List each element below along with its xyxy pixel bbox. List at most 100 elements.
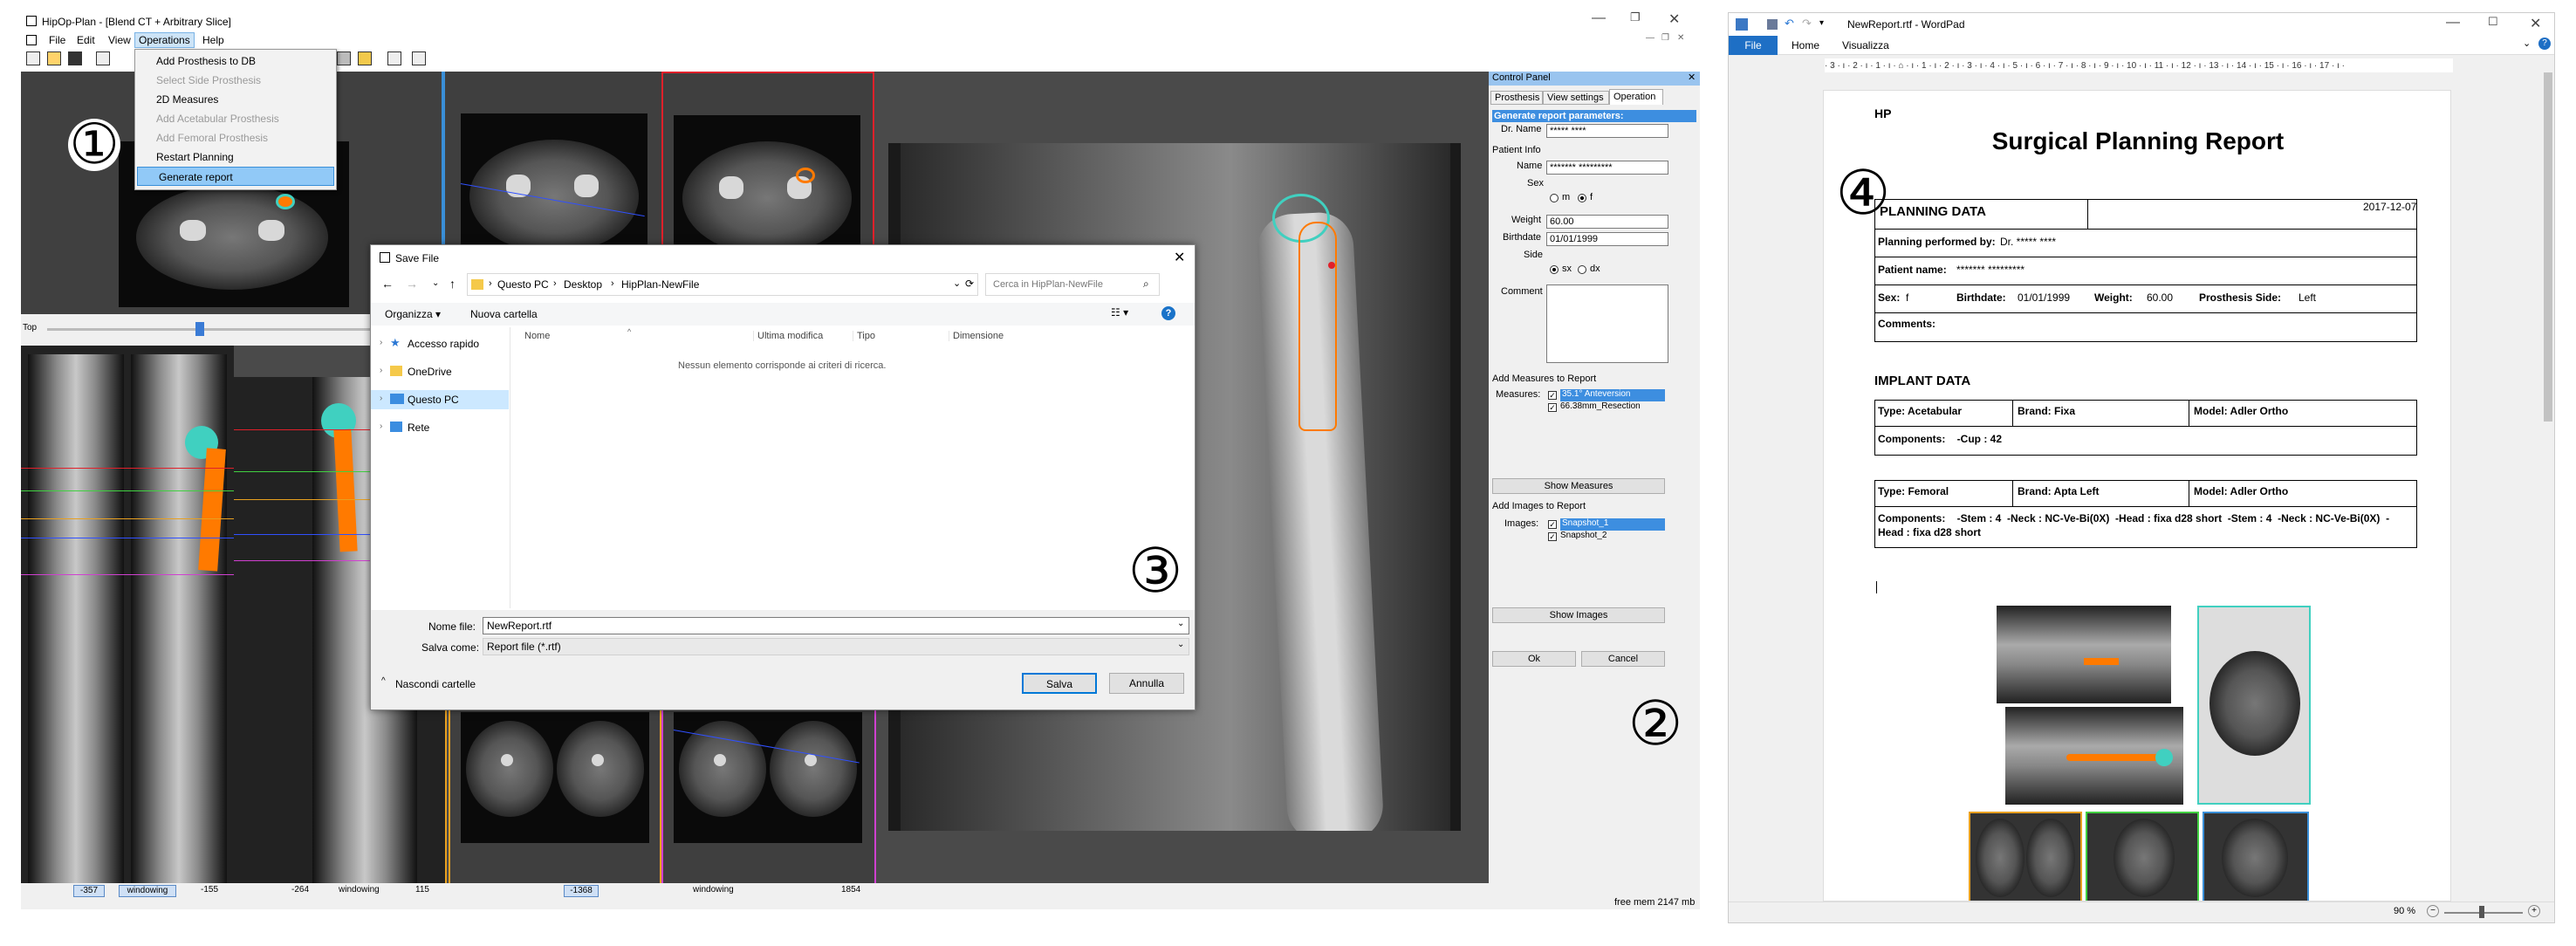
cp-sex-m-radio[interactable] — [1550, 194, 1559, 202]
slider-thumb[interactable] — [195, 322, 204, 336]
cp-measure-check-2[interactable]: ✓ — [1548, 403, 1557, 412]
nav-forward-icon[interactable]: → — [406, 277, 418, 291]
cp-tab-view-settings[interactable]: View settings — [1543, 91, 1609, 105]
menu-restart-planning[interactable]: Restart Planning — [135, 147, 331, 167]
cp-measure-2[interactable]: 66.38mm_Resection — [1560, 401, 1641, 411]
qa-customize-icon[interactable]: ▾ — [1819, 18, 1824, 28]
cp-side-sx-radio[interactable] — [1550, 265, 1559, 274]
cp-show-images-button[interactable]: Show Images — [1492, 607, 1665, 623]
mdi-close[interactable]: ✕ — [1677, 33, 1684, 43]
nav-dropdown-icon[interactable]: ⌄ — [432, 278, 439, 288]
search-input[interactable]: Cerca in HipPlan-NewFile — [993, 279, 1103, 290]
monitor-icon[interactable] — [412, 51, 426, 65]
mdi-restore[interactable]: ❐ — [1661, 33, 1669, 43]
qa-save-icon[interactable] — [1767, 19, 1778, 30]
new-file-icon[interactable] — [26, 51, 40, 65]
maximize-button[interactable]: ❐ — [1630, 10, 1641, 24]
cp-image-check-2[interactable]: ✓ — [1548, 532, 1557, 541]
nav-back-icon[interactable]: ← — [381, 277, 394, 291]
cp-side-dx-radio[interactable] — [1578, 265, 1586, 274]
address-dropdown-icon[interactable]: ⌄ — [953, 278, 961, 289]
cp-birthdate-input[interactable]: 01/01/1999 — [1546, 232, 1668, 246]
savetype-select[interactable]: Report file (*.rtf) — [483, 638, 1189, 655]
menu-select-side-prosthesis[interactable]: Select Side Prosthesis — [135, 71, 331, 90]
nav-questo-pc[interactable]: Questo PC — [408, 394, 459, 406]
nav-accesso-rapido-chevron[interactable]: › — [380, 338, 382, 347]
wp-minimize-button[interactable]: — — [2446, 15, 2460, 31]
cp-show-measures-button[interactable]: Show Measures — [1492, 478, 1665, 494]
qa-redo-icon[interactable]: ↷ — [1802, 17, 1812, 31]
nav-questo-pc-chevron[interactable]: › — [380, 394, 382, 403]
menu-add-prosthesis-db[interactable]: Add Prosthesis to DB — [135, 51, 331, 71]
col-nome[interactable]: Nome — [524, 331, 550, 341]
organizza-button[interactable]: Organizza ▾ — [385, 308, 441, 320]
view-options-icon[interactable]: ☷ ▾ — [1111, 306, 1128, 319]
col-ultima-modifica[interactable]: Ultima modifica — [753, 331, 823, 341]
cp-sex-f-radio[interactable] — [1578, 194, 1586, 202]
menu-add-femoral[interactable]: Add Femoral Prosthesis — [135, 128, 331, 147]
close-button[interactable]: ✕ — [1668, 10, 1680, 28]
menu-view[interactable]: View — [108, 34, 131, 46]
menu-file[interactable]: File — [49, 34, 65, 46]
cp-measure-check-1[interactable]: ✓ — [1548, 391, 1557, 400]
grid-icon[interactable] — [337, 51, 351, 65]
menu-help[interactable]: Help — [202, 34, 224, 46]
cp-image-1[interactable]: Snapshot_1 — [1560, 518, 1665, 531]
col-dimensione[interactable]: Dimensione — [949, 331, 1004, 341]
cp-dr-name-input[interactable]: ***** **** — [1546, 124, 1668, 138]
cp-tab-operation[interactable]: Operation — [1609, 89, 1663, 105]
breadcrumb-questo-pc[interactable]: Questo PC — [497, 278, 549, 291]
menu-generate-report[interactable]: Generate report — [137, 167, 334, 186]
nav-rete-chevron[interactable]: › — [380, 422, 382, 431]
camera-icon[interactable] — [387, 51, 401, 65]
filename-dropdown-icon[interactable]: ⌄ — [1177, 619, 1184, 628]
cp-cancel-button[interactable]: Cancel — [1581, 651, 1665, 667]
qa-undo-icon[interactable]: ↶ — [1785, 17, 1794, 31]
ribbon-tab-visualizza[interactable]: Visualizza — [1842, 39, 1889, 51]
nuova-cartella-button[interactable]: Nuova cartella — [470, 308, 538, 320]
viewport-axial-bottom-1[interactable] — [449, 707, 661, 894]
cancel-button[interactable]: Annulla — [1109, 673, 1184, 694]
menu-add-acetabular[interactable]: Add Acetabular Prosthesis — [135, 109, 331, 128]
cp-weight-input[interactable]: 60.00 — [1546, 215, 1668, 229]
ribbon-tab-file[interactable]: File — [1729, 36, 1778, 55]
nav-up-icon[interactable]: ↑ — [449, 277, 456, 291]
cp-name-input[interactable]: ******* ********* — [1546, 161, 1668, 175]
refresh-icon[interactable]: ⟳ — [965, 278, 974, 290]
cp-close-icon[interactable]: ✕ — [1688, 72, 1696, 83]
minimize-button[interactable]: — — [1592, 10, 1606, 26]
breadcrumb-desktop[interactable]: Desktop — [564, 278, 602, 291]
zoom-in-icon[interactable]: + — [2528, 905, 2540, 917]
layers-icon[interactable] — [96, 51, 110, 65]
wordpad-scroll-thumb[interactable] — [2544, 72, 2552, 422]
zoom-slider-thumb[interactable] — [2479, 906, 2484, 918]
wordpad-scrollbar[interactable] — [2542, 55, 2554, 901]
slider-track[interactable] — [47, 328, 405, 331]
mdi-min[interactable]: — — [1646, 33, 1655, 43]
menu-operations[interactable]: Operations — [134, 32, 195, 48]
document-page[interactable]: HP Surgical Planning Report PLANNING DAT… — [1823, 90, 2451, 901]
ribbon-tab-home[interactable]: Home — [1792, 39, 1819, 51]
nav-onedrive[interactable]: OneDrive — [408, 366, 452, 378]
filename-input[interactable]: NewReport.rtf — [483, 617, 1189, 634]
breadcrumb-hipplan[interactable]: HipPlan-NewFile — [621, 278, 699, 291]
ribbon-help-icon[interactable]: ? — [2538, 38, 2551, 50]
snapshot-image-1[interactable] — [1962, 606, 2312, 901]
menu-edit[interactable]: Edit — [77, 34, 95, 46]
nav-onedrive-chevron[interactable]: › — [380, 366, 382, 375]
nav-accesso-rapido[interactable]: Accesso rapido — [408, 338, 479, 350]
cp-image-2[interactable]: Snapshot_2 — [1560, 531, 1607, 540]
cp-ok-button[interactable]: Ok — [1492, 651, 1576, 667]
save-dialog-close-icon[interactable]: ✕ — [1174, 249, 1185, 266]
cp-measure-1[interactable]: 35.1° Anteversion — [1560, 389, 1665, 401]
col-tipo[interactable]: Tipo — [853, 331, 875, 341]
save-icon[interactable] — [68, 51, 82, 65]
savetype-dropdown-icon[interactable]: ⌄ — [1177, 640, 1184, 649]
ruler[interactable]: · 3 · ı · 2 · ı · 1 · ı · ⌂ · ı · 1 · ı … — [1825, 58, 2453, 72]
menu-2d-measures[interactable]: 2D Measures — [135, 90, 331, 109]
table-icon[interactable] — [358, 51, 372, 65]
address-bar[interactable]: › Questo PC › Desktop › HipPlan-NewFile … — [467, 273, 978, 296]
search-box[interactable]: Cerca in HipPlan-NewFile ⌕ — [985, 273, 1160, 296]
hide-folders-button[interactable]: Nascondi cartelle — [395, 678, 476, 690]
help-icon[interactable]: ? — [1161, 306, 1175, 320]
